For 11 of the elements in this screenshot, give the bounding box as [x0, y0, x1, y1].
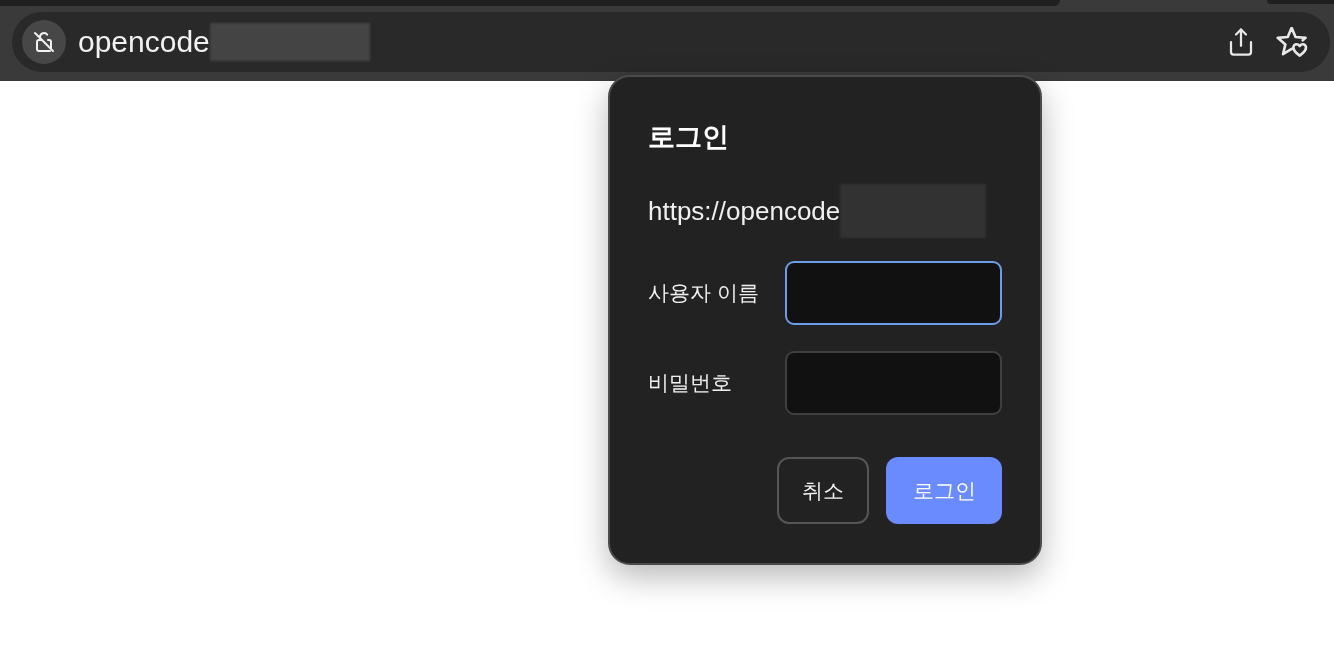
dialog-title: 로그인: [648, 121, 729, 153]
star-heart-icon[interactable]: [1276, 27, 1308, 57]
field-label: 사용자 이름: [648, 280, 760, 306]
address-bar[interactable]: opencode: [12, 12, 1330, 72]
url-text: opencode: [78, 24, 210, 60]
lock-slash-icon[interactable]: [22, 20, 66, 64]
cancel-button[interactable]: 취소: [777, 457, 869, 524]
password-field[interactable]: [785, 351, 1002, 415]
username-field[interactable]: [785, 261, 1002, 325]
site-url: https://opencode: [648, 197, 841, 225]
field-label: 비밀번호: [648, 370, 733, 396]
